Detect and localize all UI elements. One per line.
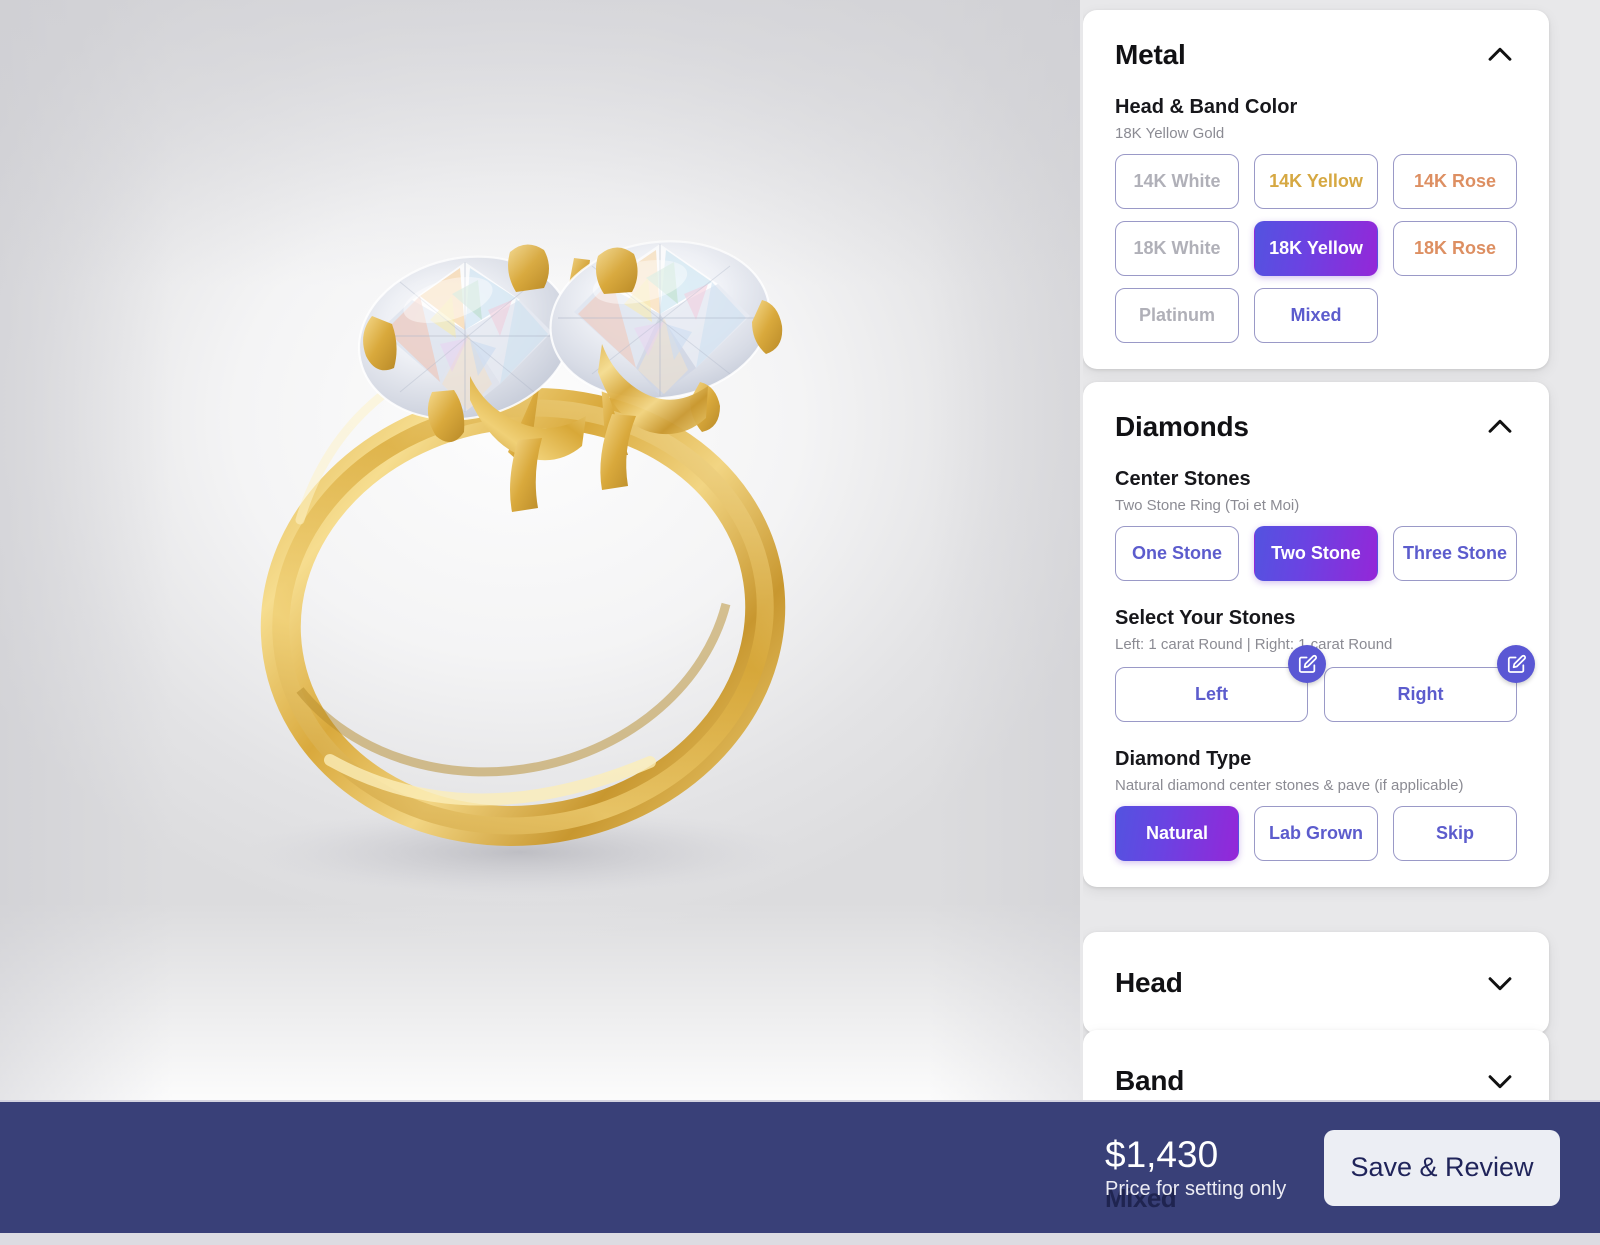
stone-selector-right[interactable]: Right xyxy=(1324,667,1517,722)
bottom-bar-content: Mixed $1,430 Price for setting only Save… xyxy=(1105,1129,1560,1213)
price-note: Price for setting only xyxy=(1105,1178,1287,1200)
stone-selector-left-wrap: Left xyxy=(1115,645,1326,722)
section-head-title: Head xyxy=(1115,967,1183,998)
chevron-down-icon[interactable] xyxy=(1483,1064,1517,1098)
section-metal-body: Head & Band Color 18K Yellow Gold 14K Wh… xyxy=(1083,72,1549,369)
diamond-type-option-grid: Natural Lab Grown Skip xyxy=(1115,806,1517,861)
stone-selector-right-wrap: Right xyxy=(1324,645,1535,722)
group-sub-center-stones: Two Stone Ring (Toi et Moi) xyxy=(1115,497,1300,514)
section-diamonds-title: Diamonds xyxy=(1115,411,1249,442)
metal-option-18k-rose[interactable]: 18K Rose xyxy=(1393,221,1517,276)
section-metal-title: Metal xyxy=(1115,39,1186,70)
diamond-type-option-skip[interactable]: Skip xyxy=(1393,806,1517,861)
price-value: $1,430 xyxy=(1105,1134,1219,1175)
section-metal-header[interactable]: Metal xyxy=(1083,10,1549,72)
center-stones-option-grid: One Stone Two Stone Three Stone xyxy=(1115,526,1517,581)
chevron-down-icon[interactable] xyxy=(1483,966,1517,1000)
bottom-bar-bottom-divider xyxy=(0,1233,1600,1245)
center-stones-option-one-stone[interactable]: One Stone xyxy=(1115,526,1239,581)
metal-option-18k-white[interactable]: 18K White xyxy=(1115,221,1239,276)
metal-option-14k-white[interactable]: 14K White xyxy=(1115,154,1239,209)
section-band-title: Band xyxy=(1115,1065,1185,1096)
chevron-up-icon[interactable] xyxy=(1483,410,1517,444)
metal-option-14k-yellow[interactable]: 14K Yellow xyxy=(1254,154,1378,209)
center-stones-option-two-stone[interactable]: Two Stone xyxy=(1254,526,1378,581)
section-head[interactable]: Head xyxy=(1083,932,1549,1034)
diamond-type-option-natural[interactable]: Natural xyxy=(1115,806,1239,861)
section-diamonds-body: Center Stones Two Stone Ring (Toi et Moi… xyxy=(1083,444,1549,887)
center-stones-option-three-stone[interactable]: Three Stone xyxy=(1393,526,1517,581)
group-label-head-band-color: Head & Band Color xyxy=(1115,96,1298,118)
section-head-header[interactable]: Head xyxy=(1083,932,1549,1034)
bottom-action-bar: Mixed $1,430 Price for setting only Save… xyxy=(0,1102,1600,1233)
product-viewer[interactable] xyxy=(0,0,1080,1100)
chevron-up-icon[interactable] xyxy=(1483,38,1517,72)
ring-render-image xyxy=(245,240,795,898)
section-diamonds-header[interactable]: Diamonds xyxy=(1083,382,1549,444)
edit-square-icon[interactable] xyxy=(1497,645,1535,683)
metal-option-grid: 14K White 14K Yellow 14K Rose 18K White … xyxy=(1115,154,1517,343)
metal-option-platinum[interactable]: Platinum xyxy=(1115,288,1239,343)
group-sub-diamond-type: Natural diamond center stones & pave (if… xyxy=(1115,777,1464,794)
price-block: Mixed $1,430 Price for setting only xyxy=(1105,1134,1310,1213)
group-label-diamond-type: Diamond Type xyxy=(1115,748,1252,770)
section-diamonds: Diamonds Center Stones Two Stone Ring (T… xyxy=(1083,382,1549,887)
metal-option-mixed[interactable]: Mixed xyxy=(1254,288,1378,343)
section-metal: Metal Head & Band Color 18K Yellow Gold … xyxy=(1083,10,1549,369)
stone-selector-row: Left Right xyxy=(1115,645,1535,722)
metal-option-14k-rose[interactable]: 14K Rose xyxy=(1393,154,1517,209)
diamond-type-option-lab-grown[interactable]: Lab Grown xyxy=(1254,806,1378,861)
stone-selector-left[interactable]: Left xyxy=(1115,667,1308,722)
metal-option-18k-yellow[interactable]: 18K Yellow xyxy=(1254,221,1378,276)
configurator-sidebar: Metal Head & Band Color 18K Yellow Gold … xyxy=(1083,0,1600,1245)
group-sub-head-band-color: 18K Yellow Gold xyxy=(1115,125,1225,142)
save-and-review-button[interactable]: Save & Review xyxy=(1324,1129,1560,1206)
group-label-center-stones: Center Stones xyxy=(1115,468,1251,490)
group-label-select-your-stones: Select Your Stones xyxy=(1115,607,1296,629)
edit-square-icon[interactable] xyxy=(1288,645,1326,683)
